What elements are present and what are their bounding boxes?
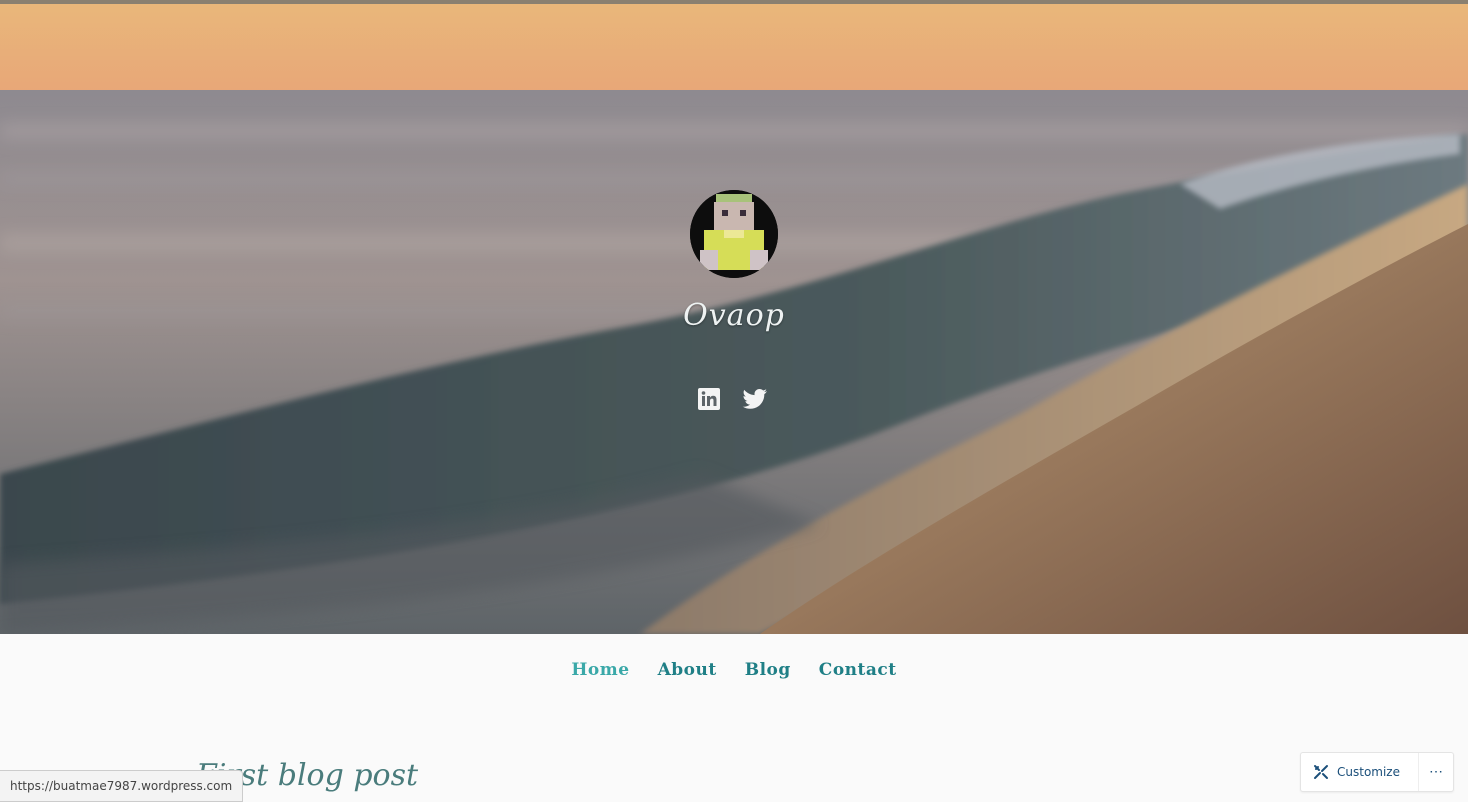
profile-block [689,190,779,278]
customize-label: Customize [1337,765,1400,779]
social-links [696,386,776,414]
nav-item-blog[interactable]: Blog [745,660,791,680]
more-options-button[interactable]: ⋯ [1418,753,1453,791]
primary-navigation: Home About Blog Contact [0,660,1468,680]
customizer-bar: Customize ⋯ [1300,752,1454,792]
status-url-tooltip: https://buatmae7987.wordpress.com [0,770,244,802]
nav-item-contact[interactable]: Contact [819,660,897,680]
twitter-icon[interactable] [742,386,768,412]
avatar[interactable] [690,190,778,278]
nav-item-about[interactable]: About [658,660,717,680]
customize-button[interactable]: Customize [1301,753,1410,791]
customize-icon [1314,765,1328,779]
linkedin-icon[interactable] [696,386,722,412]
nav-item-home[interactable]: Home [571,660,629,680]
site-title[interactable]: Ovaop [634,298,834,333]
